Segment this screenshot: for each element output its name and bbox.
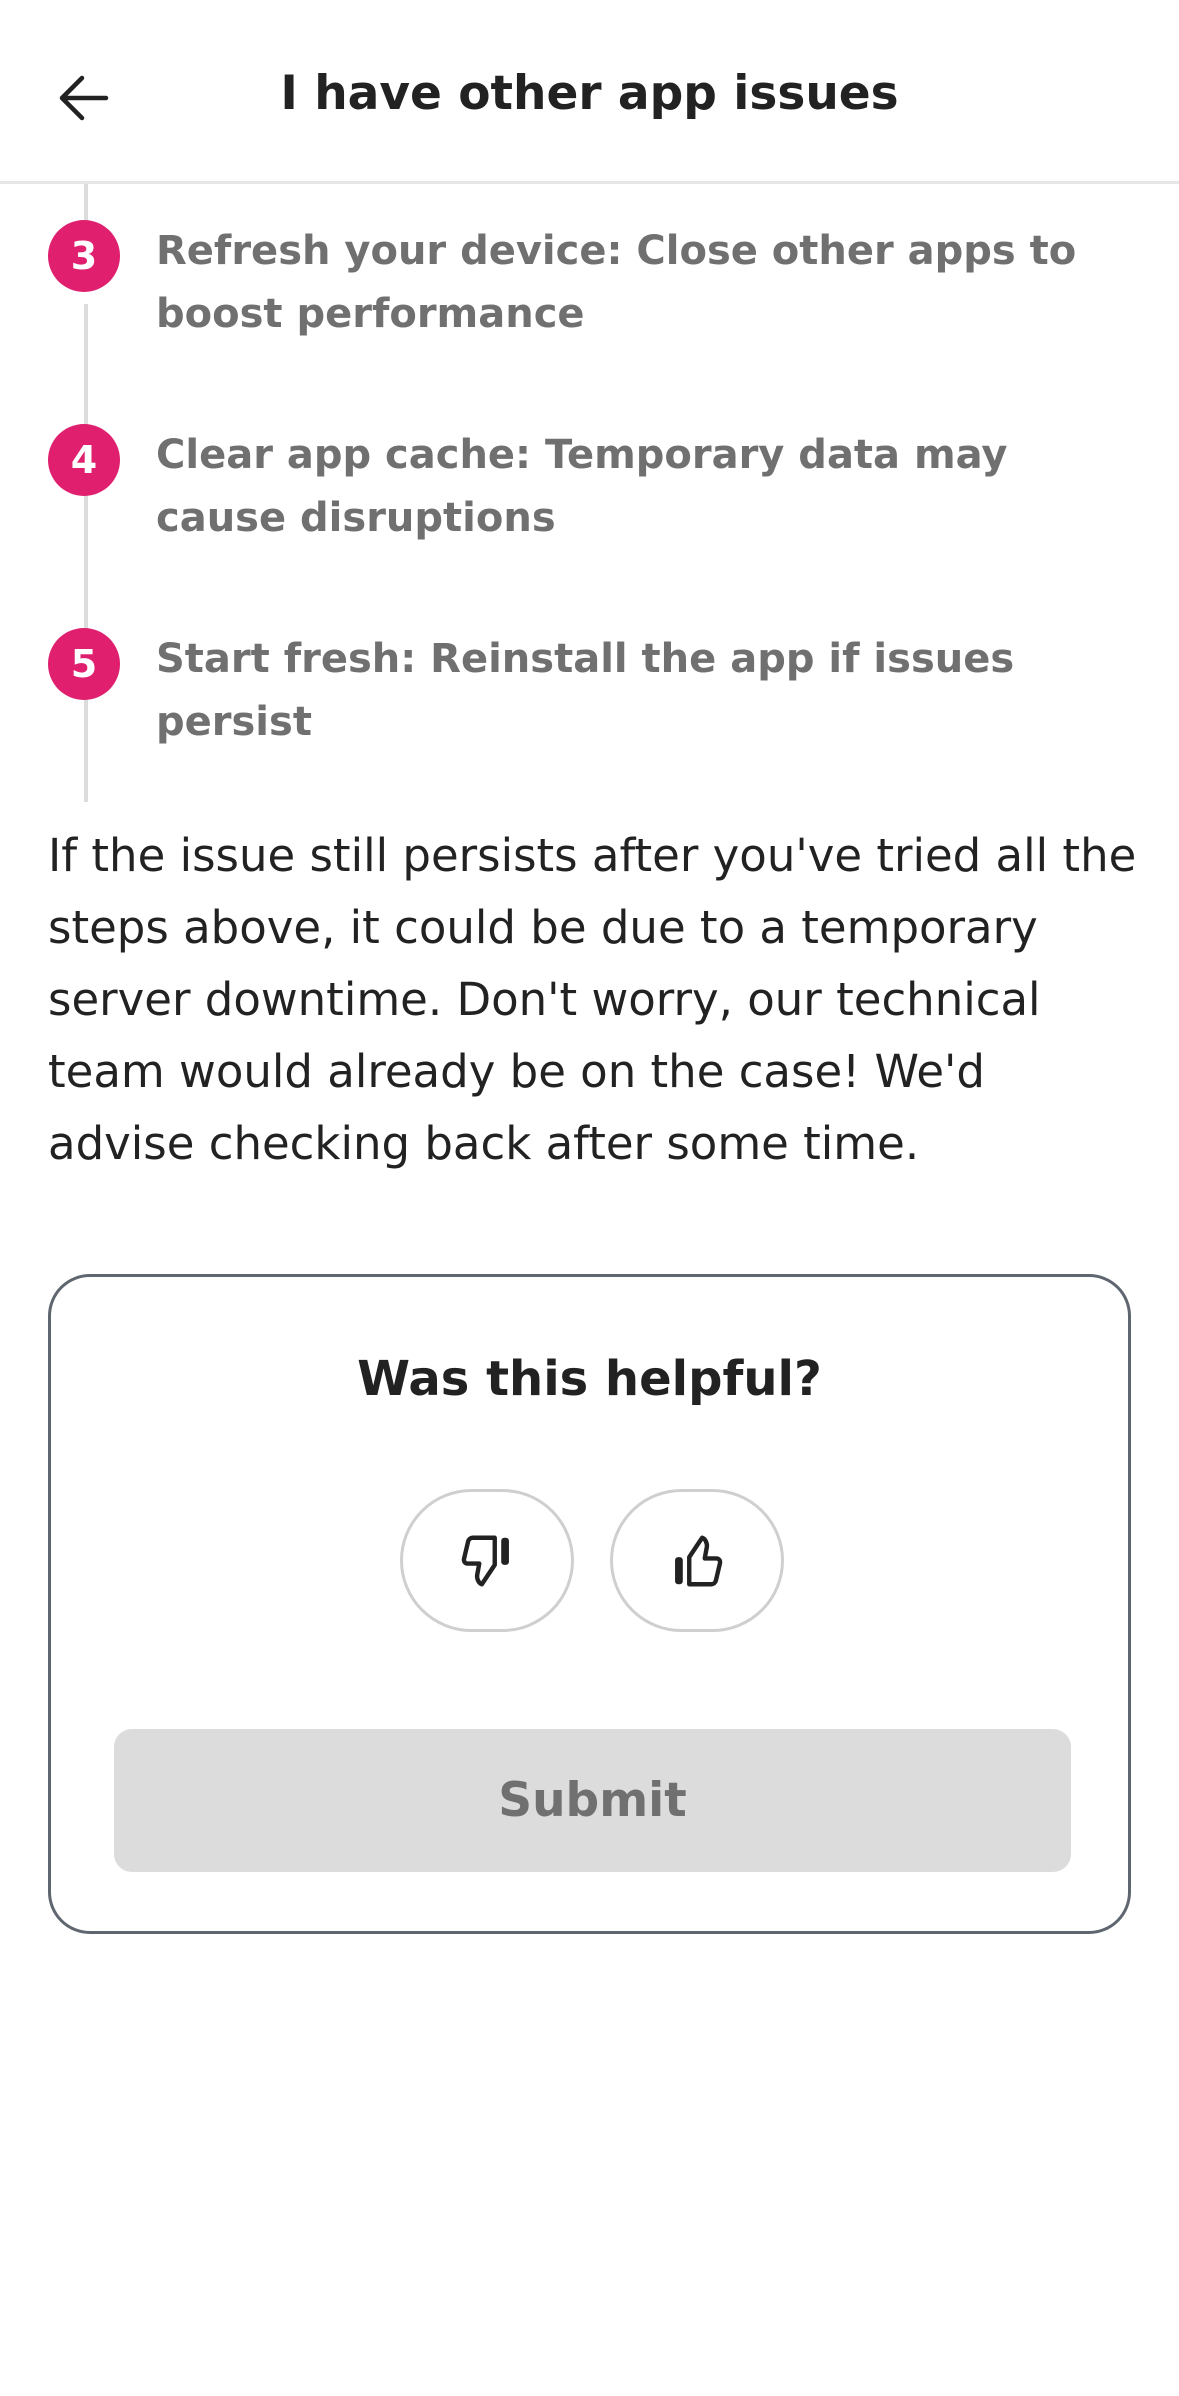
- step-number-badge: 3: [48, 220, 120, 292]
- feedback-card: Was this helpful? Submit: [48, 1274, 1131, 1934]
- step-number-badge: 5: [48, 628, 120, 700]
- feedback-title: Was this helpful?: [357, 1351, 822, 1407]
- page-title: I have other app issues: [280, 66, 899, 121]
- step-text: Refresh your device: Close other apps to…: [156, 228, 1077, 337]
- app-screen: I have other app issues 3 Refresh your d…: [0, 0, 1179, 2396]
- thumbs-down-icon: [461, 1535, 509, 1586]
- header-bar: I have other app issues: [0, 0, 1179, 184]
- thumbs-up-icon: [675, 1535, 723, 1586]
- step-text: Start fresh: Reinstall the app if issues…: [156, 636, 1015, 745]
- thumbs-up-button[interactable]: [610, 1489, 784, 1632]
- timeline-line: [84, 184, 88, 220]
- step-text: Clear app cache: Temporary data may caus…: [156, 432, 1008, 541]
- submit-button[interactable]: Submit: [114, 1729, 1071, 1872]
- info-paragraph: If the issue still persists after you've…: [48, 829, 1137, 1170]
- thumbs-down-button[interactable]: [400, 1489, 574, 1632]
- step-number-badge: 4: [48, 424, 120, 496]
